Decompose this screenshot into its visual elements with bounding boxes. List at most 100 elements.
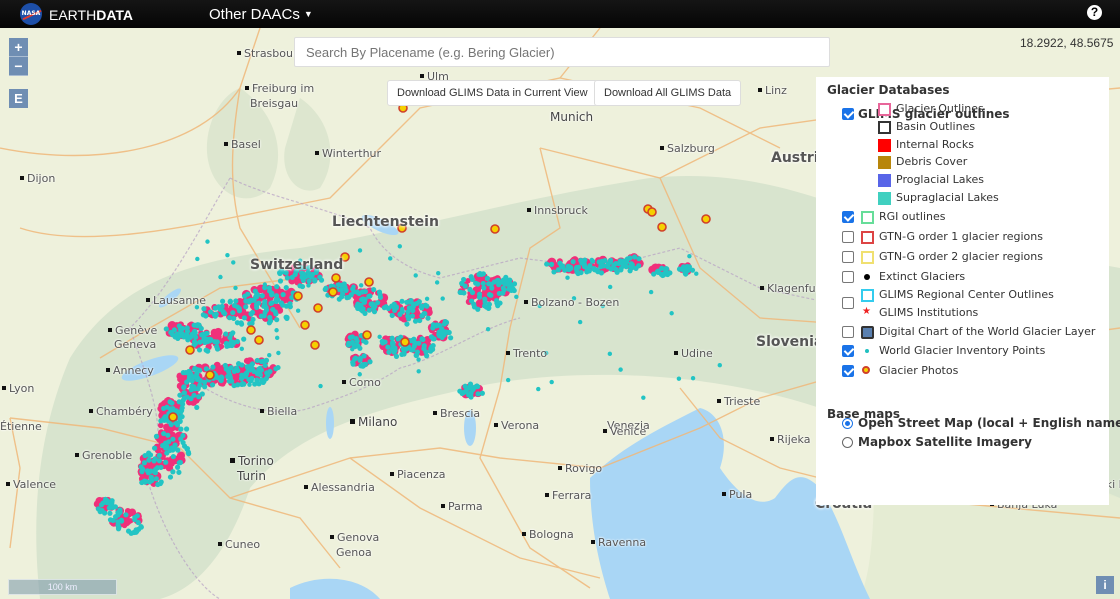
- wgi-point[interactable]: [578, 269, 584, 276]
- glacier-photo-marker[interactable]: [362, 330, 372, 340]
- wgi-point[interactable]: [269, 300, 275, 306]
- basemap-radio[interactable]: [842, 418, 853, 429]
- wgi-point[interactable]: [123, 512, 129, 518]
- wgi-point[interactable]: [436, 270, 441, 276]
- wgi-point[interactable]: [575, 264, 582, 270]
- wgi-point[interactable]: [599, 258, 605, 264]
- wgi-point[interactable]: [481, 285, 487, 291]
- layer-checkbox[interactable]: [842, 365, 854, 377]
- wgi-point[interactable]: [158, 418, 164, 424]
- wgi-point[interactable]: [202, 384, 208, 390]
- wgi-point[interactable]: [442, 329, 448, 335]
- wgi-point[interactable]: [241, 336, 247, 342]
- wgi-point[interactable]: [174, 422, 181, 428]
- wgi-point[interactable]: [226, 369, 232, 375]
- wgi-point[interactable]: [409, 313, 416, 319]
- wgi-point[interactable]: [192, 386, 198, 392]
- wgi-point[interactable]: [416, 299, 422, 305]
- wgi-point[interactable]: [170, 406, 176, 412]
- wgi-point[interactable]: [254, 292, 261, 298]
- wgi-point[interactable]: [565, 275, 570, 280]
- wgi-point[interactable]: [176, 469, 182, 475]
- wgi-point[interactable]: [254, 357, 260, 364]
- glacier-photo-marker[interactable]: [300, 320, 310, 330]
- wgi-point[interactable]: [636, 263, 642, 269]
- wgi-point[interactable]: [410, 303, 417, 310]
- wgi-point[interactable]: [390, 340, 396, 347]
- wgi-point[interactable]: [536, 386, 541, 392]
- wgi-point[interactable]: [258, 313, 265, 319]
- wgi-point[interactable]: [312, 278, 318, 284]
- wgi-point[interactable]: [218, 274, 223, 280]
- wgi-point[interactable]: [318, 383, 323, 389]
- wgi-point[interactable]: [174, 464, 181, 470]
- glacier-photo-marker[interactable]: [331, 273, 341, 283]
- wgi-point[interactable]: [254, 371, 261, 377]
- wgi-point[interactable]: [598, 270, 605, 276]
- wgi-point[interactable]: [269, 290, 275, 296]
- wgi-point[interactable]: [184, 446, 190, 452]
- wgi-point[interactable]: [278, 300, 284, 306]
- wgi-point[interactable]: [170, 453, 176, 460]
- wgi-point[interactable]: [607, 284, 613, 290]
- wgi-point[interactable]: [163, 326, 169, 332]
- wgi-point[interactable]: [233, 285, 238, 291]
- wgi-point[interactable]: [151, 445, 158, 451]
- wgi-point[interactable]: [273, 366, 279, 372]
- glacier-photo-marker[interactable]: [293, 291, 303, 301]
- wgi-point[interactable]: [607, 351, 613, 357]
- wgi-point[interactable]: [203, 347, 209, 353]
- wgi-point[interactable]: [648, 289, 654, 295]
- wgi-point[interactable]: [109, 500, 115, 506]
- wgi-point[interactable]: [295, 308, 301, 313]
- wgi-point[interactable]: [676, 266, 683, 272]
- wgi-point[interactable]: [164, 450, 170, 456]
- wgi-point[interactable]: [371, 309, 378, 315]
- wgi-point[interactable]: [196, 347, 203, 353]
- wgi-point[interactable]: [146, 457, 152, 463]
- wgi-point[interactable]: [623, 264, 629, 270]
- wgi-point[interactable]: [260, 358, 266, 364]
- wgi-point[interactable]: [156, 452, 162, 459]
- wgi-point[interactable]: [483, 304, 490, 310]
- wgi-point[interactable]: [175, 333, 182, 340]
- wgi-point[interactable]: [717, 362, 722, 368]
- wgi-point[interactable]: [482, 299, 488, 305]
- wgi-point[interactable]: [178, 426, 184, 432]
- layer-checkbox[interactable]: [842, 231, 854, 243]
- wgi-point[interactable]: [262, 298, 268, 305]
- wgi-point[interactable]: [659, 265, 665, 271]
- wgi-point[interactable]: [153, 476, 159, 482]
- wgi-point[interactable]: [229, 342, 235, 349]
- layer-checkbox[interactable]: [842, 326, 854, 338]
- wgi-point[interactable]: [213, 311, 219, 317]
- wgi-point[interactable]: [306, 278, 312, 284]
- map-canvas[interactable]: RegensburgStrasbourgUlmLinzMünchenMunich…: [0, 28, 1120, 599]
- wgi-point[interactable]: [259, 379, 265, 385]
- wgi-point[interactable]: [422, 302, 429, 308]
- wgi-point[interactable]: [231, 302, 238, 309]
- wgi-point[interactable]: [161, 430, 167, 437]
- wgi-point[interactable]: [247, 382, 252, 387]
- wgi-point[interactable]: [440, 296, 445, 301]
- wgi-point[interactable]: [351, 284, 356, 289]
- wgi-point[interactable]: [166, 439, 172, 445]
- wgi-point[interactable]: [274, 284, 280, 290]
- wgi-point[interactable]: [578, 257, 584, 264]
- wgi-point[interactable]: [132, 516, 138, 523]
- wgi-point[interactable]: [459, 280, 465, 286]
- wgi-point[interactable]: [167, 474, 174, 480]
- wgi-point[interactable]: [413, 352, 419, 358]
- wgi-point[interactable]: [434, 280, 440, 285]
- glacier-photo-marker[interactable]: [328, 287, 338, 297]
- other-daacs-menu[interactable]: Other DAACs ▼: [209, 6, 313, 23]
- wgi-point[interactable]: [119, 518, 125, 524]
- placename-search-input[interactable]: [294, 37, 830, 67]
- wgi-point[interactable]: [389, 335, 395, 341]
- wgi-point[interactable]: [215, 304, 222, 310]
- wgi-point[interactable]: [227, 298, 233, 304]
- glacier-photo-marker[interactable]: [490, 224, 500, 234]
- wgi-point[interactable]: [689, 267, 696, 273]
- wgi-point[interactable]: [220, 310, 227, 316]
- wgi-point[interactable]: [243, 304, 249, 310]
